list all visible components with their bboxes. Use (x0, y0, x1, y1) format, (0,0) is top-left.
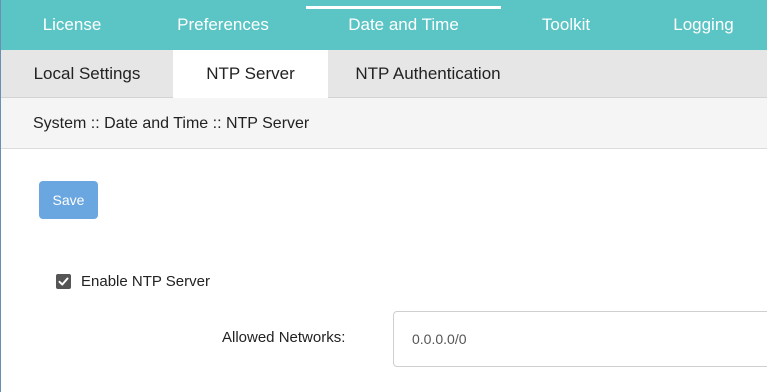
breadcrumb-bar: System :: Date and Time :: NTP Server (1, 98, 767, 149)
breadcrumb: System :: Date and Time :: NTP Server (33, 115, 310, 132)
save-button[interactable]: Save (39, 181, 98, 219)
tab-ntp-server[interactable]: NTP Server (173, 50, 328, 99)
allowed-networks-input[interactable] (393, 311, 767, 367)
app-frame: License Preferences Date and Time Toolki… (0, 0, 767, 392)
enable-ntp-label: Enable NTP Server (81, 273, 210, 290)
enable-ntp-checkbox[interactable] (56, 274, 71, 289)
tab-ntp-authentication[interactable]: NTP Authentication (328, 50, 528, 98)
sub-nav: Local Settings NTP Server NTP Authentica… (1, 50, 767, 99)
allowed-networks-label: Allowed Networks: (222, 329, 346, 346)
tab-date-and-time[interactable]: Date and Time (306, 0, 501, 50)
checkmark-icon (58, 277, 69, 286)
top-nav: License Preferences Date and Time Toolki… (1, 0, 767, 50)
tab-logging[interactable]: Logging (641, 0, 766, 50)
tab-local-settings[interactable]: Local Settings (1, 50, 173, 98)
tab-toolkit[interactable]: Toolkit (506, 0, 626, 50)
tab-preferences[interactable]: Preferences (143, 0, 303, 50)
tab-license[interactable]: License (1, 0, 143, 50)
